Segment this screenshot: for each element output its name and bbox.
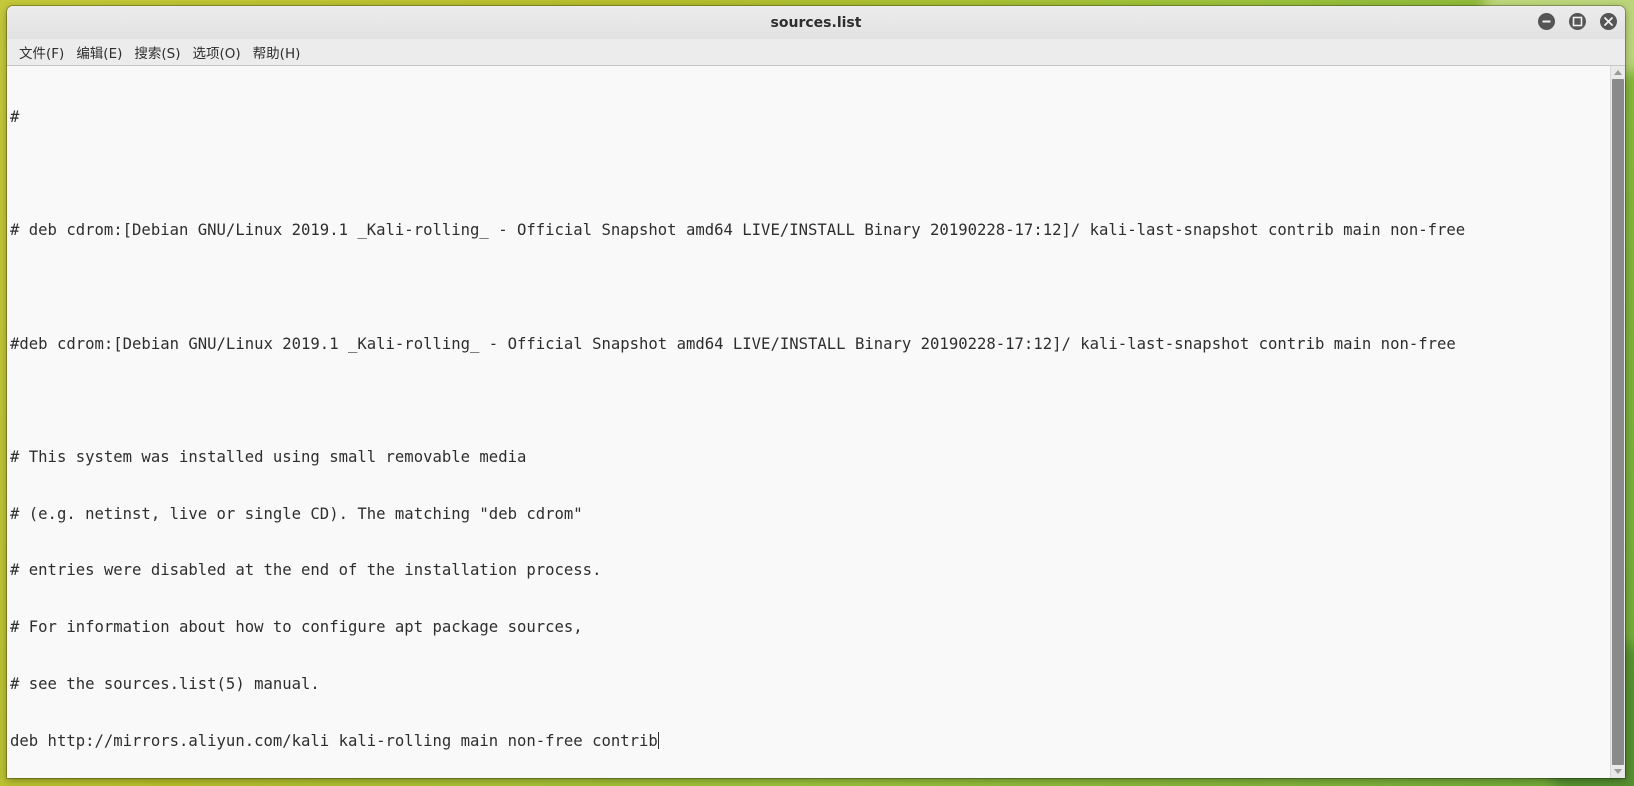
scrollbar-thumb[interactable] xyxy=(1612,79,1624,765)
scroll-up-arrow[interactable] xyxy=(1611,66,1625,78)
menu-edit[interactable]: 编辑(E) xyxy=(70,39,128,65)
editor-line: # entries were disabled at the end of th… xyxy=(10,561,602,580)
close-button[interactable] xyxy=(1600,13,1617,30)
editor-line: # see the sources.list(5) manual. xyxy=(10,674,320,693)
editor-line-current: deb http://mirrors.aliyun.com/kali kali-… xyxy=(10,731,1610,751)
editor-line: # (e.g. netinst, live or single CD). The… xyxy=(10,504,583,523)
maximize-button[interactable] xyxy=(1569,13,1586,30)
menu-options[interactable]: 选项(O) xyxy=(187,39,247,65)
editor-line: # For information about how to configure… xyxy=(10,618,583,637)
editor-line: # xyxy=(10,107,20,126)
maximize-icon xyxy=(1572,16,1583,27)
window-controls xyxy=(1538,13,1617,30)
title-bar[interactable]: sources.list xyxy=(7,6,1625,39)
text-editor[interactable]: # # deb cdrom:[Debian GNU/Linux 2019.1 _… xyxy=(7,66,1610,778)
window-title: sources.list xyxy=(770,14,862,31)
text-editor-window: sources.list 文件(F) 编辑(E) 搜索(S) 选项(O) 帮助(… xyxy=(7,6,1625,778)
vertical-scrollbar[interactable] xyxy=(1610,66,1625,778)
menu-help[interactable]: 帮助(H) xyxy=(247,39,307,65)
scroll-down-arrow[interactable] xyxy=(1611,766,1625,778)
editor-line-text: deb http://mirrors.aliyun.com/kali kali-… xyxy=(10,731,658,750)
editor-line: # deb cdrom:[Debian GNU/Linux 2019.1 _Ka… xyxy=(10,221,1466,240)
editor-line: # This system was installed using small … xyxy=(10,448,527,467)
editor-line: #deb cdrom:[Debian GNU/Linux 2019.1 _Kal… xyxy=(10,334,1456,353)
menu-file[interactable]: 文件(F) xyxy=(13,39,70,65)
minimize-button[interactable] xyxy=(1538,13,1555,30)
text-cursor xyxy=(657,731,659,749)
chevron-up-icon xyxy=(1614,70,1622,75)
close-icon xyxy=(1604,17,1613,26)
menu-search[interactable]: 搜索(S) xyxy=(128,39,186,65)
minimize-icon xyxy=(1542,20,1551,23)
menu-bar: 文件(F) 编辑(E) 搜索(S) 选项(O) 帮助(H) xyxy=(7,39,1625,66)
editor-area: # # deb cdrom:[Debian GNU/Linux 2019.1 _… xyxy=(7,66,1625,778)
chevron-down-icon xyxy=(1614,769,1622,774)
